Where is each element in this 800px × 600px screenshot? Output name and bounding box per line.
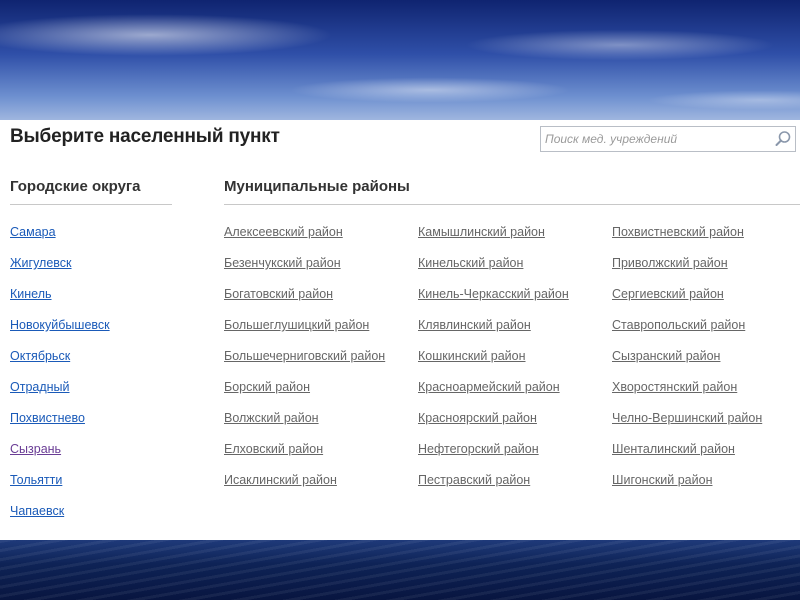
city-link[interactable]: Новокуйбышевск: [10, 318, 110, 332]
list-item: Красноармейский район: [418, 375, 569, 406]
list-item: Похвистнево: [10, 406, 110, 437]
search-box: [540, 126, 796, 152]
municipal-districts-column-2: Камышлинский район Кинельский район Кинель…: [418, 220, 569, 499]
city-link[interactable]: Похвистнево: [10, 411, 85, 425]
district-link[interactable]: Волжский район: [224, 411, 319, 425]
district-link[interactable]: Челно-Вершинский район: [612, 411, 762, 425]
district-link[interactable]: Клявлинский район: [418, 318, 531, 332]
district-link[interactable]: Кинельский район: [418, 256, 523, 270]
list-item: Хворостянский район: [612, 375, 762, 406]
city-link[interactable]: Самара: [10, 225, 56, 239]
list-item: Сергиевский район: [612, 282, 762, 313]
district-link[interactable]: Безенчукский район: [224, 256, 341, 270]
list-item: Приволжский район: [612, 251, 762, 282]
district-link[interactable]: Красноярский район: [418, 411, 537, 425]
district-link[interactable]: Приволжский район: [612, 256, 728, 270]
list-item: Кинель: [10, 282, 110, 313]
district-link[interactable]: Хворостянский район: [612, 380, 737, 394]
list-item: Кинельский район: [418, 251, 569, 282]
list-item: Отрадный: [10, 375, 110, 406]
list-item: Богатовский район: [224, 282, 385, 313]
list-item: Клявлинский район: [418, 313, 569, 344]
list-item: Сызрань: [10, 437, 110, 468]
district-link[interactable]: Пестравский район: [418, 473, 530, 487]
district-link[interactable]: Борский район: [224, 380, 310, 394]
district-link[interactable]: Кинель-Черкасский район: [418, 287, 569, 301]
district-link[interactable]: Шенталинский район: [612, 442, 735, 456]
district-link[interactable]: Шигонский район: [612, 473, 712, 487]
district-link[interactable]: Похвистневский район: [612, 225, 744, 239]
list-item: Октябрьск: [10, 344, 110, 375]
sea-background: [0, 540, 800, 600]
city-link[interactable]: Октябрьск: [10, 349, 70, 363]
city-link[interactable]: Чапаевск: [10, 504, 64, 518]
city-link[interactable]: Сызрань: [10, 442, 61, 456]
list-item: Шигонский район: [612, 468, 762, 499]
city-link[interactable]: Жигулевск: [10, 256, 72, 270]
district-link[interactable]: Алексеевский район: [224, 225, 343, 239]
list-item: Нефтегорский район: [418, 437, 569, 468]
municipal-districts-heading: Муниципальные районы: [224, 178, 410, 195]
district-link[interactable]: Кошкинский район: [418, 349, 526, 363]
list-item: Кошкинский район: [418, 344, 569, 375]
list-item: Безенчукский район: [224, 251, 385, 282]
municipal-districts-column-3: Похвистневский район Приволжский район Сер…: [612, 220, 762, 499]
list-item: Волжский район: [224, 406, 385, 437]
list-item: Большеглушицкий район: [224, 313, 385, 344]
list-item: Борский район: [224, 375, 385, 406]
list-item: Тольятти: [10, 468, 110, 499]
list-item: Большечерниговский район: [224, 344, 385, 375]
district-link[interactable]: Сызранский район: [612, 349, 720, 363]
district-link[interactable]: Елховский район: [224, 442, 323, 456]
list-item: Самара: [10, 220, 110, 251]
list-item: Сызранский район: [612, 344, 762, 375]
municipal-districts-column-1: Алексеевский район Безенчукский район Бога…: [224, 220, 385, 499]
list-item: Ставропольский район: [612, 313, 762, 344]
district-link[interactable]: Камышлинский район: [418, 225, 545, 239]
district-link[interactable]: Исаклинский район: [224, 473, 337, 487]
city-districts-heading: Городские округа: [10, 178, 141, 195]
district-link[interactable]: Большечерниговский район: [224, 349, 385, 363]
search-icon[interactable]: [774, 130, 792, 148]
list-item: Жигулевск: [10, 251, 110, 282]
locality-selector-panel: Выберите населенный пункт Городские окру…: [0, 120, 800, 540]
district-link[interactable]: Большеглушицкий район: [224, 318, 369, 332]
list-item: Исаклинский район: [224, 468, 385, 499]
city-link[interactable]: Тольятти: [10, 473, 62, 487]
city-districts-list: Самара Жигулевск Кинель Новокуйбышевск Октяб…: [10, 220, 110, 530]
search-input[interactable]: [543, 129, 767, 149]
list-item: Елховский район: [224, 437, 385, 468]
district-link[interactable]: Красноармейский район: [418, 380, 560, 394]
city-districts-divider: [10, 204, 172, 205]
district-link[interactable]: Ставропольский район: [612, 318, 745, 332]
page-title: Выберите населенный пункт: [10, 126, 280, 147]
city-link[interactable]: Кинель: [10, 287, 52, 301]
municipal-districts-divider: [224, 204, 800, 205]
list-item: Шенталинский район: [612, 437, 762, 468]
list-item: Камышлинский район: [418, 220, 569, 251]
district-link[interactable]: Нефтегорский район: [418, 442, 539, 456]
list-item: Кинель-Черкасский район: [418, 282, 569, 313]
list-item: Новокуйбышевск: [10, 313, 110, 344]
list-item: Похвистневский район: [612, 220, 762, 251]
list-item: Пестравский район: [418, 468, 569, 499]
sky-background: [0, 0, 800, 120]
list-item: Красноярский район: [418, 406, 569, 437]
district-link[interactable]: Сергиевский район: [612, 287, 724, 301]
district-link[interactable]: Богатовский район: [224, 287, 333, 301]
list-item: Челно-Вершинский район: [612, 406, 762, 437]
list-item: Чапаевск: [10, 499, 110, 530]
list-item: Алексеевский район: [224, 220, 385, 251]
city-link[interactable]: Отрадный: [10, 380, 70, 394]
